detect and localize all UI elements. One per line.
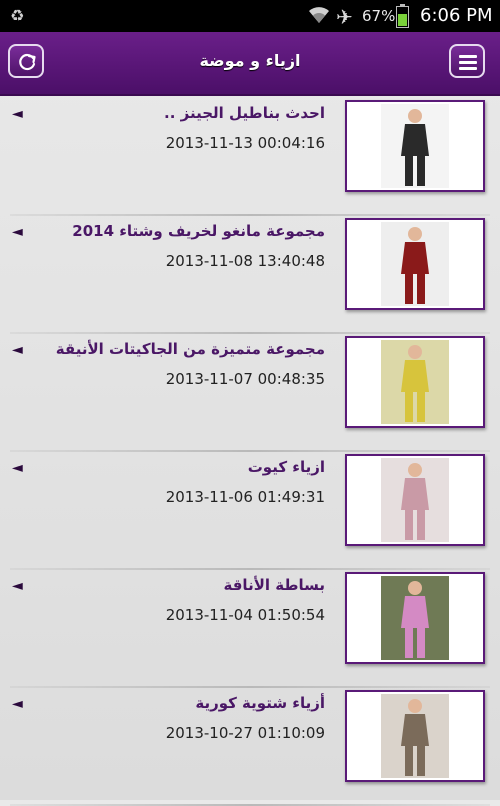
article-item[interactable]: ◄ مجموعة مانغو لخريف وشتاء 2014 2013-11-… (0, 214, 500, 334)
article-title[interactable]: بساطة الأناقة (25, 576, 325, 594)
article-thumbnail[interactable] (345, 218, 485, 310)
article-photo (381, 458, 449, 542)
article-photo (381, 694, 449, 778)
arrow-left-icon: ◄ (12, 696, 23, 712)
article-date: 2013-11-08 13:40:48 (165, 252, 325, 270)
article-item[interactable]: ◄ بساطة الأناقة 2013-11-04 01:50:54 (0, 568, 500, 688)
article-date: 2013-10-27 01:10:09 (165, 724, 325, 742)
clock: 6:06 PM (420, 5, 493, 26)
status-bar: ♻ ✈ 67% 6:06 PM (0, 0, 500, 32)
menu-button[interactable] (449, 44, 485, 78)
article-photo (381, 340, 449, 424)
article-date: 2013-11-04 01:50:54 (165, 606, 325, 624)
article-thumbnail[interactable] (345, 454, 485, 546)
article-date: 2013-11-13 00:04:16 (165, 134, 325, 152)
arrow-left-icon: ◄ (12, 460, 23, 476)
article-title[interactable]: أزياء شتوية كورية (25, 694, 325, 712)
article-thumbnail[interactable] (345, 572, 485, 664)
article-item[interactable]: ◄ أزياء شتوية كورية 2013-10-27 01:10:09 (0, 686, 500, 806)
recycle-icon: ♻ (10, 6, 25, 25)
article-item[interactable]: ◄ مجموعة متميزة من الجاكيتات الأنيقة 201… (0, 332, 500, 452)
arrow-left-icon: ◄ (12, 578, 23, 594)
article-thumbnail[interactable] (345, 336, 485, 428)
article-item[interactable]: ◄ ازياء كيوت 2013-11-06 01:49:31 (0, 450, 500, 570)
article-photo (381, 104, 449, 188)
article-photo (381, 576, 449, 660)
page-title: ازياء و موضة (199, 51, 301, 70)
article-thumbnail[interactable] (345, 100, 485, 192)
menu-icon (459, 55, 477, 70)
article-title[interactable]: احدث بناطيل الجينز .. (25, 104, 325, 122)
arrow-left-icon: ◄ (12, 342, 23, 358)
article-date: 2013-11-06 01:49:31 (165, 488, 325, 506)
article-title[interactable]: مجموعة متميزة من الجاكيتات الأنيقة (25, 340, 325, 358)
article-item[interactable]: ◄ احدث بناطيل الجينز .. 2013-11-13 00:04… (0, 96, 500, 216)
battery-icon (396, 4, 409, 28)
battery-percent: 67% (362, 7, 396, 25)
article-photo (381, 222, 449, 306)
arrow-left-icon: ◄ (12, 224, 23, 240)
article-date: 2013-11-07 00:48:35 (165, 370, 325, 388)
airplane-icon: ✈ (336, 5, 353, 29)
app-bar: ازياء و موضة (0, 32, 500, 96)
article-title[interactable]: مجموعة مانغو لخريف وشتاء 2014 (25, 222, 325, 240)
arrow-left-icon: ◄ (12, 106, 23, 122)
wifi-icon (307, 3, 331, 29)
article-thumbnail[interactable] (345, 690, 485, 782)
article-title[interactable]: ازياء كيوت (25, 458, 325, 476)
